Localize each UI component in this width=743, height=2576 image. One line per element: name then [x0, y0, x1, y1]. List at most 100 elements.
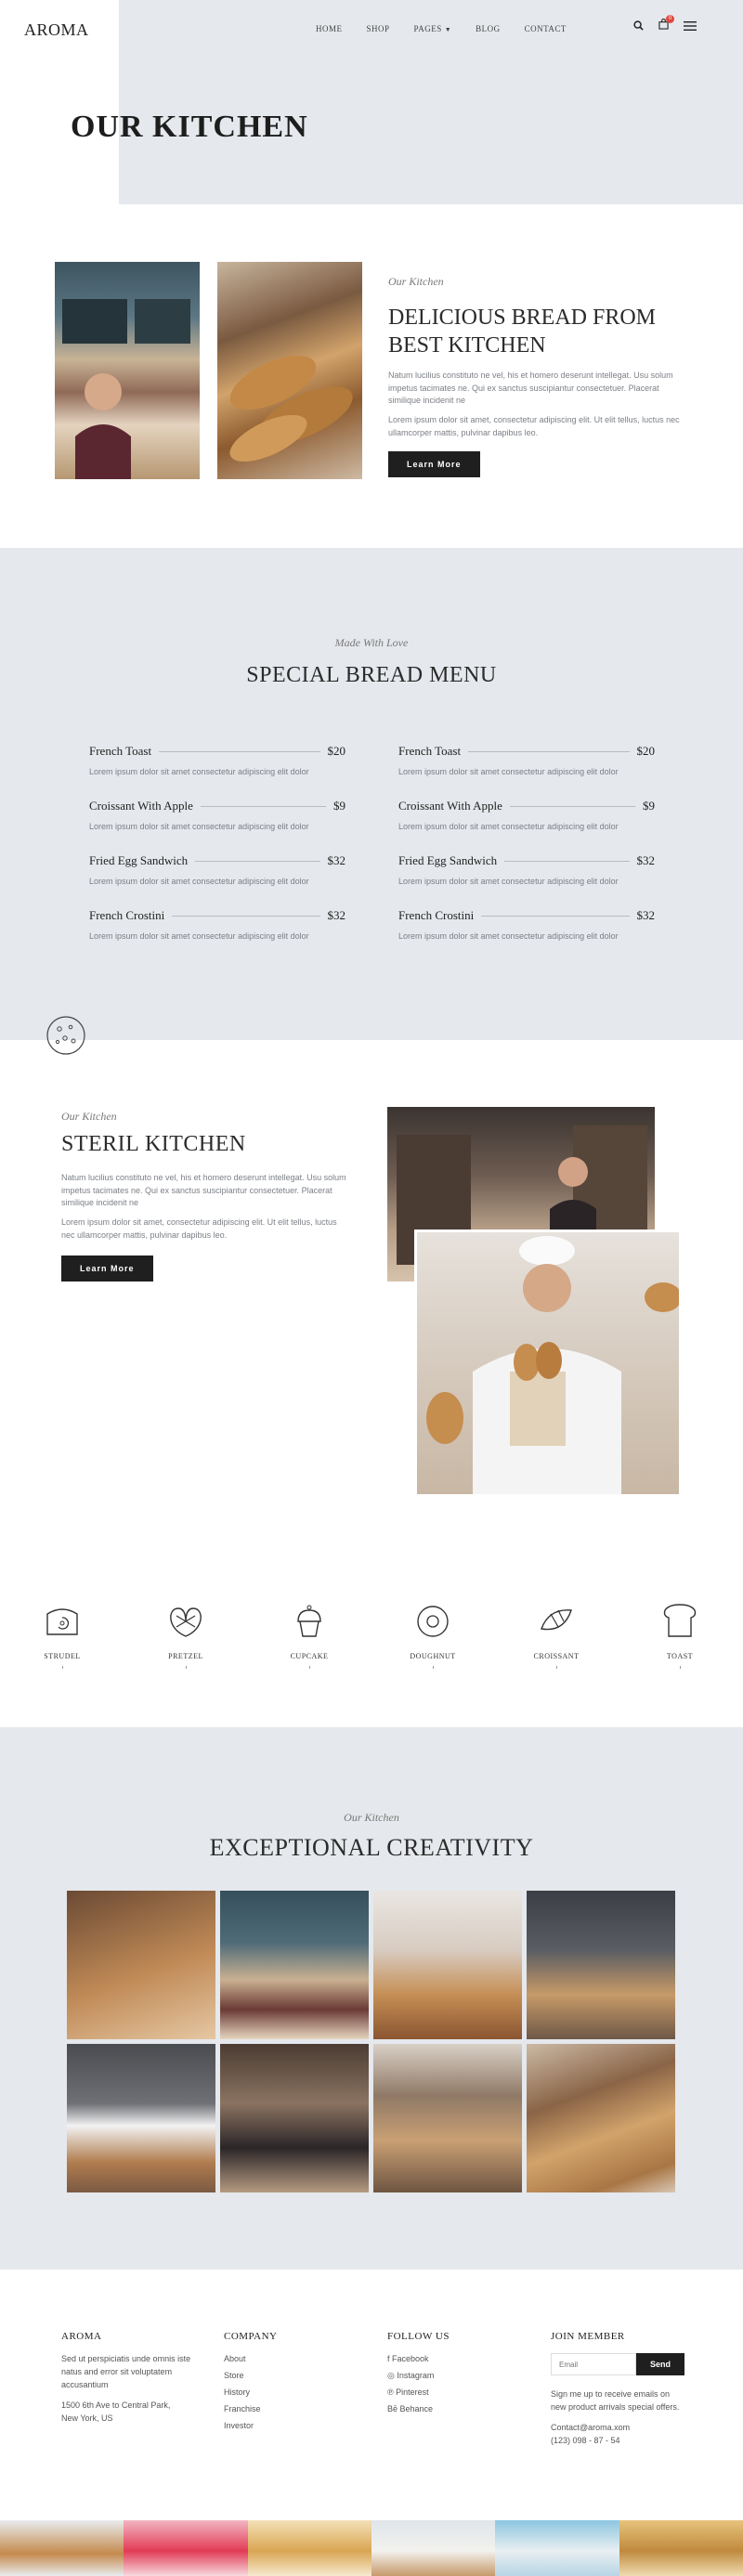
steril-learn-more-button[interactable]: Learn More — [61, 1255, 153, 1281]
footer-heading: AROMA — [61, 2331, 102, 2342]
nav-shop[interactable]: SHOP — [367, 24, 390, 33]
about-section: Our Kitchen DELICIOUS BREAD FROM BEST KI… — [0, 204, 743, 548]
category-label: PRETZEL — [168, 1652, 203, 1660]
category-label: CROISSANT — [533, 1652, 580, 1660]
strip-image — [619, 2520, 743, 2576]
menu-item-desc: Lorem ipsum dolor sit amet consectetur a… — [398, 877, 619, 886]
footer-about-text: Sed ut perspiciatis unde omnis iste natu… — [61, 2354, 191, 2389]
menu-item-name: Croissant With Apple — [398, 799, 502, 813]
menu-item: Croissant With Apple $9 Lorem ipsum dolor… — [89, 799, 345, 834]
pinterest-icon: ℗ — [387, 2387, 394, 2397]
category-doughnut[interactable]: DOUGHNUT — [391, 1601, 475, 1669]
nav-blog[interactable]: BLOG — [476, 24, 501, 33]
gallery-image[interactable] — [373, 2044, 522, 2192]
footer-address: 1500 6th Ave to Central Park, New York, … — [61, 2400, 171, 2423]
strudel-icon — [46, 1608, 78, 1635]
footer-follow-column: FOLLOW US f Facebook ◎ Instagram ℗ Pinte… — [387, 2331, 527, 2420]
menu-item-name: French Toast — [89, 744, 152, 758]
category-label: DOUGHNUT — [410, 1652, 456, 1660]
cart-count-badge: 0 — [666, 15, 674, 23]
category-label: STRUDEL — [44, 1652, 81, 1660]
gallery-image[interactable] — [220, 2044, 369, 2192]
menu-item-price: $32 — [636, 853, 656, 867]
croissant-icon — [541, 1609, 572, 1631]
menu-item: French Toast $20 Lorem ipsum dolor sit am… — [398, 744, 655, 779]
menu-item-price: $20 — [327, 744, 346, 758]
page-title: OUR KITCHEN — [71, 110, 308, 144]
header-icons: 0 — [633, 15, 697, 33]
bread-tray-photo — [217, 262, 362, 479]
menu-icon[interactable] — [684, 20, 697, 31]
steril-eyebrow: Our Kitchen — [61, 1110, 117, 1123]
menu-title: SPECIAL BREAD MENU — [246, 663, 497, 687]
category-label: CUPCAKE — [290, 1652, 329, 1660]
category-strudel[interactable]: STRUDEL — [20, 1601, 104, 1669]
menu-item-desc: Lorem ipsum dolor sit amet consectetur a… — [398, 931, 619, 941]
gallery-image[interactable] — [67, 2044, 215, 2192]
menu-item: Fried Egg Sandwich $32 Lorem ipsum dolor … — [89, 853, 345, 889]
footer-link-franchise[interactable]: Franchise — [224, 2403, 363, 2416]
menu-item-desc: Lorem ipsum dolor sit amet consectetur a… — [89, 877, 309, 886]
behance-icon: Bē — [387, 2403, 398, 2413]
toast-icon — [663, 1604, 697, 1637]
footer-link-about[interactable]: About — [224, 2353, 363, 2366]
category-cupcake[interactable]: CUPCAKE — [267, 1601, 351, 1669]
newsletter-text: Sign me up to receive emails on new prod… — [551, 2389, 680, 2412]
strip-image — [0, 2520, 124, 2576]
cupcake-icon — [297, 1605, 321, 1637]
nav-contact[interactable]: CONTACT — [525, 24, 567, 33]
menu-item-desc: Lorem ipsum dolor sit amet consectetur a… — [398, 767, 619, 776]
menu-item-desc: Lorem ipsum dolor sit amet consectetur a… — [398, 822, 619, 831]
menu-item: Croissant With Apple $9 Lorem ipsum dolor… — [398, 799, 655, 834]
menu-item-name: Croissant With Apple — [89, 799, 193, 813]
menu-item-price: $9 — [643, 799, 655, 813]
strip-image — [371, 2520, 496, 2576]
footer-link-investor[interactable]: Investor — [224, 2420, 363, 2433]
category-croissant[interactable]: CROISSANT — [515, 1601, 598, 1669]
gallery-image[interactable] — [527, 1891, 675, 2039]
footer-link-store[interactable]: Store — [224, 2370, 363, 2383]
chef-with-bread-photo — [414, 1229, 682, 1497]
gallery-eyebrow: Our Kitchen — [344, 1811, 399, 1824]
gallery-image[interactable] — [220, 1891, 369, 2039]
gallery-image[interactable] — [527, 2044, 675, 2192]
menu-item-price: $32 — [327, 853, 346, 867]
cart-button[interactable]: 0 — [658, 15, 674, 33]
contact-email[interactable]: Contact@aroma.xom — [551, 2422, 690, 2435]
steril-kitchen-section: Our Kitchen STERIL KITCHEN Natum luciliu… — [0, 1016, 743, 1560]
category-pretzel[interactable]: PRETZEL — [144, 1601, 228, 1669]
newsletter-form: Send — [551, 2353, 690, 2375]
about-learn-more-button[interactable]: Learn More — [388, 451, 480, 477]
newsletter-email-input[interactable] — [551, 2353, 636, 2375]
strip-image — [124, 2520, 248, 2576]
search-icon[interactable] — [633, 20, 644, 31]
footer-heading: JOIN MEMBER — [551, 2331, 625, 2342]
menu-item-price: $32 — [636, 908, 656, 922]
menu-item: French Toast $20 Lorem ipsum dolor sit am… — [89, 744, 345, 779]
menu-item-name: Fried Egg Sandwich — [89, 853, 189, 867]
footer-link-history[interactable]: History — [224, 2387, 363, 2400]
menu-eyebrow: Made With Love — [334, 636, 409, 649]
about-paragraph-2: Lorem ipsum dolor sit amet, consectetur … — [388, 415, 680, 437]
gallery-image[interactable] — [67, 1891, 215, 2039]
footer-link-instagram[interactable]: ◎ Instagram — [387, 2370, 527, 2383]
footer-link-facebook[interactable]: f Facebook — [387, 2353, 527, 2366]
footer-link-behance[interactable]: Bē Behance — [387, 2403, 527, 2416]
footer-join-column: JOIN MEMBER Send Sign me up to receive e… — [551, 2331, 690, 2448]
menu-item: Fried Egg Sandwich $32 Lorem ipsum dolor … — [398, 853, 655, 889]
bread-menu-section: Made With Love SPECIAL BREAD MENU French… — [0, 548, 743, 1040]
gallery-section: Our Kitchen EXCEPTIONAL CREATIVITY — [0, 1727, 743, 2270]
menu-item-desc: Lorem ipsum dolor sit amet consectetur a… — [89, 931, 309, 941]
category-toast[interactable]: TOAST — [638, 1601, 722, 1669]
footer-aroma-column: AROMA Sed ut perspiciatis unde omnis ist… — [61, 2331, 201, 2426]
footer-link-pinterest[interactable]: ℗ Pinterest — [387, 2387, 527, 2400]
footer-link-label: Facebook — [392, 2354, 429, 2363]
nav-pages[interactable]: PAGES ▼ — [414, 24, 452, 33]
menu-item: French Crostini $32 Lorem ipsum dolor sit… — [398, 908, 655, 943]
newsletter-send-button[interactable]: Send — [636, 2353, 684, 2375]
nav-home[interactable]: HOME — [316, 24, 343, 33]
site-logo[interactable]: AROMA — [24, 20, 89, 40]
gallery-image[interactable] — [373, 1891, 522, 2039]
menu-item: French Crostini $32 Lorem ipsum dolor sit… — [89, 908, 345, 943]
about-title: DELICIOUS BREAD FROM BEST KITCHEN — [388, 306, 657, 358]
